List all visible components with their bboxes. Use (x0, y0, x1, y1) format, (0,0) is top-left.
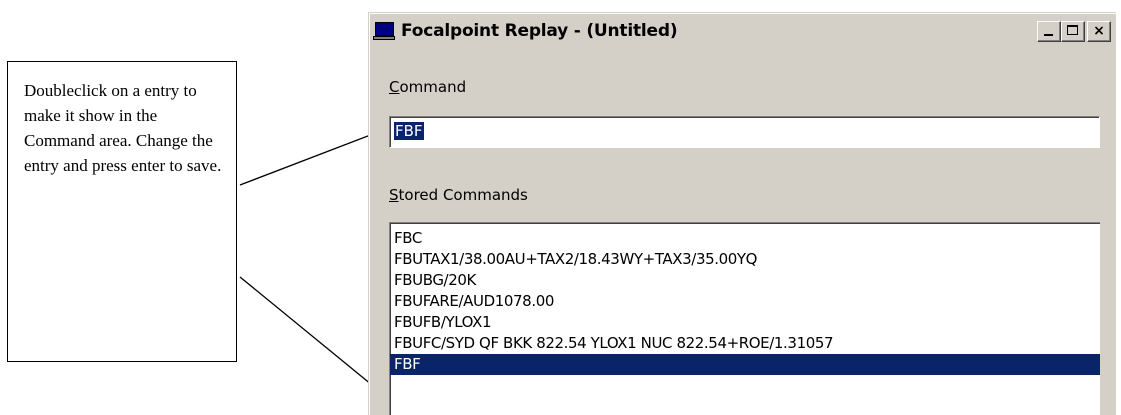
list-item[interactable]: FBUTAX1/38.00AU+TAX2/18.43WY+TAX3/35.00Y… (390, 249, 1100, 270)
annotation-callout: Doubleclick on a entry to make it show i… (7, 61, 237, 362)
command-label: Command (389, 78, 467, 96)
stored-commands-list[interactable]: FBC FBUTAX1/38.00AU+TAX2/18.43WY+TAX3/35.… (389, 222, 1100, 415)
close-icon: × (1093, 22, 1105, 39)
window-title: Focalpoint Replay - (Untitled) (401, 21, 678, 41)
callout-text: Doubleclick on a entry to make it show i… (24, 81, 222, 175)
maximize-icon (1067, 24, 1078, 35)
list-item[interactable]: FBC (390, 228, 1100, 249)
title-bar[interactable]: Focalpoint Replay - (Untitled) × (372, 16, 1113, 46)
list-item[interactable]: FBUFC/SYD QF BKK 822.54 YLOX1 NUC 822.54… (390, 333, 1100, 354)
close-button[interactable]: × (1087, 20, 1111, 42)
arrow-to-command (239, 127, 388, 186)
stage: Doubleclick on a entry to make it show i… (0, 0, 1121, 415)
maximize-button[interactable] (1061, 20, 1085, 42)
command-input[interactable]: FBF (389, 116, 1100, 148)
list-item[interactable]: FBUFB/YLOX1 (390, 312, 1100, 333)
caption-buttons: × (1037, 20, 1111, 42)
arrow-to-selected-entry (239, 276, 384, 395)
minimize-button[interactable] (1037, 20, 1061, 42)
list-item[interactable]: FBUFARE/AUD1078.00 (390, 291, 1100, 312)
computer-monitor-icon (373, 21, 395, 41)
stored-commands-label: Stored Commands (389, 186, 528, 204)
list-item[interactable]: FBUBG/20K (390, 270, 1100, 291)
command-input-value: FBF (394, 122, 424, 140)
list-item[interactable]: FBF (390, 354, 1100, 375)
replay-window: Focalpoint Replay - (Untitled) × Command… (368, 12, 1116, 415)
minimize-icon (1044, 33, 1053, 36)
